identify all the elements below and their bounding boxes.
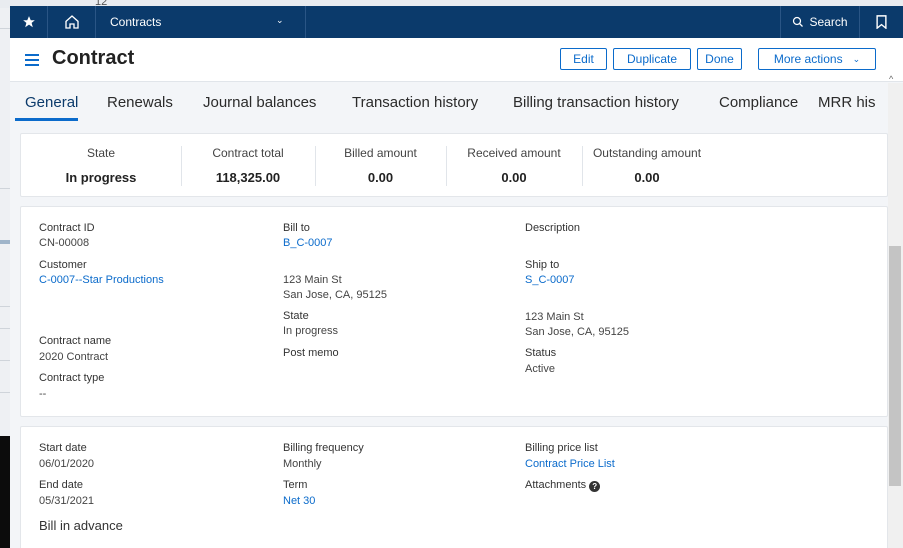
billing-frequency-value: Monthly [283,458,322,470]
chevron-down-icon: ⌄ [276,15,284,25]
summary-value: 0.00 [501,170,527,185]
top-nav-bar: Contracts ⌄ Search [10,6,903,38]
background-window-left [0,8,10,548]
tab-transaction-history[interactable]: Transaction history [352,94,478,111]
end-date-value: 05/31/2021 [39,495,95,507]
tab-billing-transaction-history[interactable]: Billing transaction history [513,94,679,111]
summary-outstanding-amount: Outstanding amount 0.00 [582,146,712,185]
customer-label: Customer [39,259,87,271]
ship-to-address-line1: 123 Main St [525,311,584,323]
attachments-field: Attachments? [525,479,601,492]
duplicate-button[interactable]: Duplicate [613,48,691,70]
start-date-label: Start date [39,442,87,454]
menu-icon[interactable] [25,54,39,66]
contract-window: Contracts ⌄ Search Contract Edit Duplica… [10,6,903,548]
state-value: In progress [283,325,339,337]
bill-to-address-line1: 123 Main St [283,274,342,286]
edit-button[interactable]: Edit [560,48,607,70]
summary-state: State In progress [41,146,161,185]
billing-price-list-label: Billing price list [525,442,598,454]
end-date-label: End date [39,479,84,491]
ship-to-label: Ship to [525,259,560,271]
contract-type-value: -- [39,388,47,400]
summary-value: 0.00 [367,170,394,185]
summary-billed-amount: Billed amount 0.00 [315,146,446,185]
summary-received-amount: Received amount 0.00 [446,146,582,185]
bill-in-advance-label: Bill in advance [39,518,123,533]
page-header: Contract Edit Duplicate Done More action… [10,38,903,84]
app-menu-label: Contracts [110,15,162,29]
search-label: Search [809,15,848,29]
tab-bar: General Renewals Journal balances Transa… [10,83,888,123]
bill-to-label: Bill to [283,222,310,234]
done-button[interactable]: Done [697,48,742,70]
status-label: Status [525,347,557,359]
contract-type-label: Contract type [39,372,105,384]
summary-value: 118,325.00 [215,170,281,185]
term-link[interactable]: Net 30 [283,495,315,507]
tab-mrr-history[interactable]: MRR his [818,94,876,111]
start-date-value: 06/01/2020 [39,458,95,470]
tab-renewals[interactable]: Renewals [107,94,173,111]
active-tab-indicator [15,118,78,121]
tab-journal-balances[interactable]: Journal balances [203,94,316,111]
star-icon [22,16,35,28]
contract-id-value: CN-00008 [39,237,90,249]
summary-contract-total: Contract total 118,325.00 [181,146,315,185]
contract-id-label: Contract ID [39,222,95,234]
summary-label: Contract total [212,146,284,160]
bookmark-icon [876,15,887,29]
home-icon [64,15,79,29]
help-icon[interactable]: ? [589,481,601,492]
bookmark-button[interactable] [860,6,903,38]
term-label: Term [283,479,308,491]
more-actions-button[interactable]: More actions ⌄ [758,48,876,70]
summary-label: Outstanding amount [592,146,702,160]
post-memo-label: Post memo [283,347,339,359]
summary-value: In progress [65,170,137,185]
customer-link[interactable]: C-0007--Star Productions [39,274,164,286]
tab-compliance[interactable]: Compliance [719,94,798,111]
vertical-scrollbar[interactable] [888,83,903,548]
contract-name-label: Contract name [39,335,112,347]
chevron-down-icon: ⌄ [852,53,861,64]
summary-label: Billed amount [344,146,417,160]
tab-general[interactable]: General [25,94,78,111]
attachments-label: Attachments [525,479,587,491]
more-actions-label: More actions [773,52,843,66]
description-label: Description [525,222,581,234]
summary-label: Received amount [467,146,561,160]
ship-to-link[interactable]: S_C-0007 [525,274,575,286]
summary-card: State In progress Contract total 118,325… [20,133,888,197]
app-menu-dropdown[interactable]: Contracts ⌄ [96,6,306,38]
billing-frequency-label: Billing frequency [283,442,364,454]
summary-value: 0.00 [634,170,660,185]
search-icon [793,16,804,27]
ship-to-address-line2: San Jose, CA, 95125 [525,326,629,338]
state-label: State [283,310,309,322]
contract-details-card: Contract ID CN-00008 Customer C-0007--St… [20,206,888,417]
bill-to-link[interactable]: B_C-0007 [283,237,333,249]
page-title: Contract [52,47,135,69]
bill-to-address-line2: San Jose, CA, 95125 [283,289,387,301]
status-value: Active [525,363,555,375]
billing-details-card: Start date 06/01/2020 End date 05/31/202… [20,426,888,548]
favorites-button[interactable] [10,6,48,38]
scrollbar-thumb[interactable] [889,246,901,486]
home-button[interactable] [48,6,96,38]
search-button[interactable]: Search [780,6,860,38]
summary-label: State [86,146,116,160]
contract-name-value: 2020 Contract [39,351,109,363]
billing-price-list-link[interactable]: Contract Price List [525,458,615,470]
